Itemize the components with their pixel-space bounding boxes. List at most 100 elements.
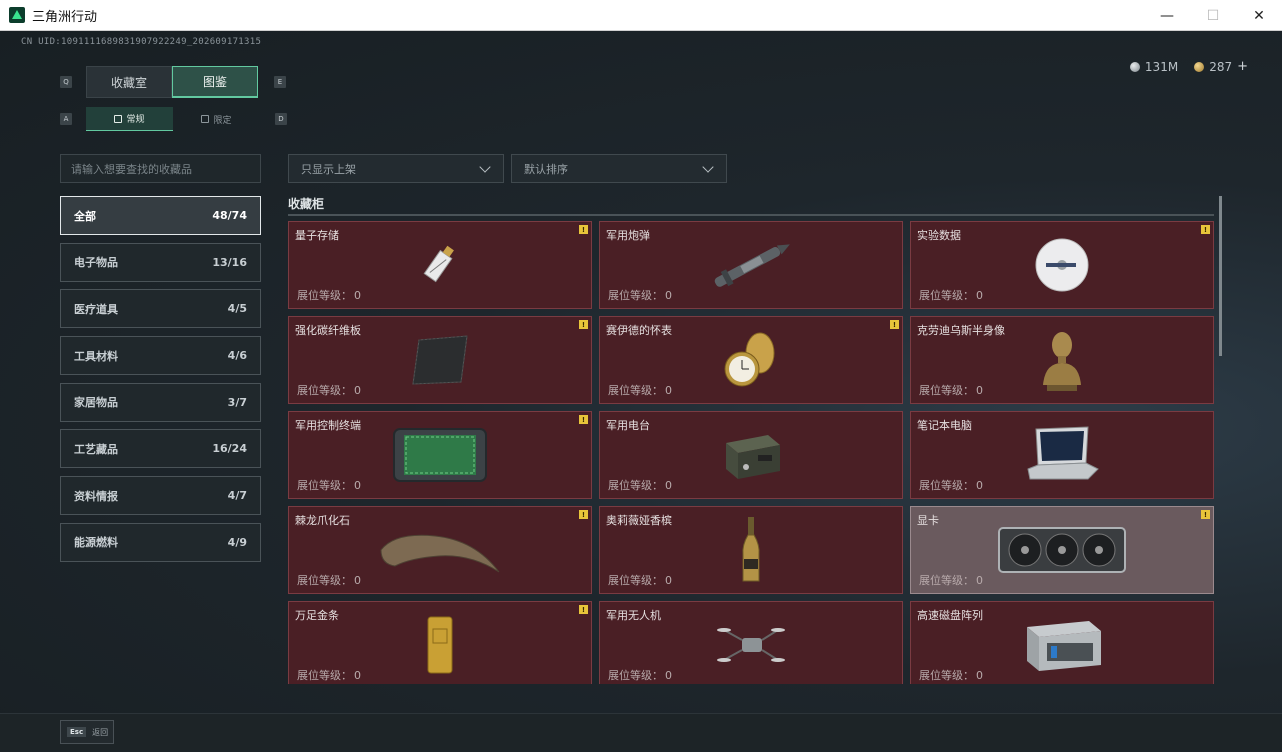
collection-card[interactable]: 实验数据 ! 展位等级： 0 <box>910 221 1214 309</box>
category-medical[interactable]: 医疗道具 4/5 <box>60 289 261 329</box>
title-bar: 三角洲行动 — ☐ ✕ <box>0 0 1282 31</box>
key-hint-d: D <box>275 113 287 125</box>
top-tabs: 收藏室 图鉴 <box>86 66 258 98</box>
item-name: 量子存储 <box>295 229 339 242</box>
alert-badge-icon: ! <box>1201 225 1210 234</box>
key-hint-q: Q <box>60 76 72 88</box>
scrollbar[interactable] <box>1219 196 1222 356</box>
section-divider <box>288 214 1214 216</box>
collection-card[interactable]: 显卡 ! 展位等级： 0 <box>910 506 1214 594</box>
minimize-button[interactable]: — <box>1144 0 1190 31</box>
category-crafts[interactable]: 工艺藏品 16/24 <box>60 429 261 469</box>
collection-card[interactable]: 军用炮弹 展位等级： 0 <box>599 221 903 309</box>
disk-array-icon <box>1027 621 1101 671</box>
silver-currency: 131M <box>1129 60 1178 74</box>
booth-level: 展位等级： 0 <box>297 669 361 682</box>
collection-card[interactable]: 高速磁盘阵列 展位等级： 0 <box>910 601 1214 684</box>
back-button[interactable]: Esc 返回 <box>60 720 114 744</box>
claw-fossil-icon <box>380 534 500 573</box>
booth-level: 展位等级： 0 <box>608 574 672 587</box>
category-intel[interactable]: 资料情报 4/7 <box>60 476 261 516</box>
bottom-bar <box>0 713 1282 752</box>
category-electronics[interactable]: 电子物品 13/16 <box>60 242 261 282</box>
item-name: 克劳迪乌斯半身像 <box>917 324 1005 337</box>
category-count: 16/24 <box>212 442 247 456</box>
category-label: 全部 <box>74 209 96 223</box>
booth-level: 展位等级： 0 <box>919 384 983 397</box>
booth-level: 展位等级： 0 <box>919 289 983 302</box>
subtab-regular-label: 常规 <box>126 115 145 125</box>
collection-card[interactable]: 棘龙爪化石 ! 展位等级： 0 <box>288 506 592 594</box>
item-name: 军用无人机 <box>606 609 661 622</box>
alert-badge-icon: ! <box>579 320 588 329</box>
alert-badge-icon: ! <box>579 415 588 424</box>
close-button[interactable]: ✕ <box>1236 0 1282 31</box>
category-label: 医疗道具 <box>74 302 118 316</box>
category-energy[interactable]: 能源燃料 4/9 <box>60 522 261 562</box>
booth-level: 展位等级： 0 <box>608 289 672 302</box>
category-label: 电子物品 <box>74 256 118 270</box>
app-logo-icon <box>9 7 25 23</box>
booth-level: 展位等级： 0 <box>297 289 361 302</box>
booth-level: 展位等级： 0 <box>919 574 983 587</box>
key-hint-a: A <box>60 113 72 125</box>
category-count: 4/6 <box>227 349 247 363</box>
drone-icon <box>717 628 785 662</box>
shelf-filter-dropdown[interactable]: 只显示上架 <box>288 154 504 183</box>
booth-level: 展位等级： 0 <box>297 574 361 587</box>
collection-card[interactable]: 笔记本电脑 展位等级： 0 <box>910 411 1214 499</box>
category-label: 资料情报 <box>74 489 118 503</box>
subtab-limited[interactable]: 限定 <box>173 107 260 131</box>
collection-card[interactable]: 奥莉薇娅香槟 展位等级： 0 <box>599 506 903 594</box>
alert-badge-icon: ! <box>1201 510 1210 519</box>
user-uid: CN UID:1091111689831907922⁠249_202609171… <box>21 37 262 47</box>
item-name: 赛伊德的怀表 <box>606 324 672 337</box>
category-count: 4/5 <box>227 302 247 316</box>
booth-level: 展位等级： 0 <box>608 669 672 682</box>
gold-coin-icon <box>1194 61 1205 72</box>
collection-card[interactable]: 量子存储 ! 展位等级： 0 <box>288 221 592 309</box>
add-currency-button[interactable]: + <box>1237 59 1248 74</box>
limited-icon <box>201 115 210 123</box>
back-label: 返回 <box>92 727 109 737</box>
esc-key-icon: Esc <box>67 727 87 737</box>
maximize-button[interactable]: ☐ <box>1190 0 1236 31</box>
usb-drive-icon <box>423 245 454 283</box>
item-name: 奥莉薇娅香槟 <box>606 514 672 527</box>
search-input[interactable]: 请输入想要查找的收藏品 <box>60 154 261 183</box>
subtab-regular[interactable]: 常规 <box>86 107 173 131</box>
collection-card[interactable]: 万足金条 ! 展位等级： 0 <box>288 601 592 684</box>
category-tools[interactable]: 工具材料 4/6 <box>60 336 261 376</box>
booth-level: 展位等级： 0 <box>919 479 983 492</box>
champagne-icon <box>742 517 760 582</box>
sort-dropdown[interactable]: 默认排序 <box>511 154 727 183</box>
category-home[interactable]: 家居物品 3/7 <box>60 382 261 422</box>
collection-card[interactable]: 军用无人机 展位等级： 0 <box>599 601 903 684</box>
item-name: 军用炮弹 <box>606 229 650 242</box>
collection-card[interactable]: 克劳迪乌斯半身像 展位等级： 0 <box>910 316 1214 404</box>
collection-card[interactable]: 赛伊德的怀表 ! 展位等级： 0 <box>599 316 903 404</box>
booth-level: 展位等级： 0 <box>919 669 983 682</box>
collection-card[interactable]: 军用控制终端 ! 展位等级： 0 <box>288 411 592 499</box>
tab-collection-room[interactable]: 收藏室 <box>86 66 172 98</box>
carbon-plate-icon <box>412 335 468 385</box>
collection-card[interactable]: 强化碳纤维板 ! 展位等级： 0 <box>288 316 592 404</box>
collection-card[interactable]: 军用电台 展位等级： 0 <box>599 411 903 499</box>
gold-currency: 287 + <box>1194 59 1248 74</box>
shelf-filter-value: 只显示上架 <box>301 162 356 176</box>
category-list: 全部 48/74 电子物品 13/16 医疗道具 4/5 工具材料 4/6 家居物品 3/… <box>60 196 261 570</box>
gold-amount: 287 <box>1209 59 1233 74</box>
category-all[interactable]: 全部 48/74 <box>60 196 261 235</box>
alert-badge-icon: ! <box>890 320 899 329</box>
booth-level: 展位等级： 0 <box>297 479 361 492</box>
pocket-watch-icon <box>724 332 775 387</box>
tab-catalog[interactable]: 图鉴 <box>172 66 258 98</box>
item-name: 笔记本电脑 <box>917 419 972 432</box>
radio-icon <box>726 435 780 479</box>
category-label: 工具材料 <box>74 349 118 363</box>
silver-coin-icon <box>1129 61 1140 72</box>
item-name: 实验数据 <box>917 229 961 242</box>
chevron-down-icon <box>479 160 491 173</box>
graphics-card-icon <box>998 527 1126 573</box>
sub-tabs: 常规 限定 <box>86 107 260 131</box>
